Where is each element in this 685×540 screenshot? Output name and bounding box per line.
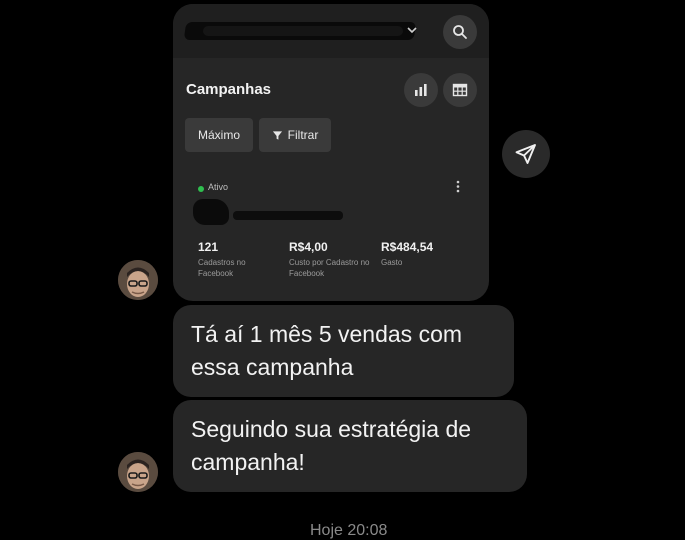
status-badge: Ativo — [208, 182, 229, 192]
message-bubble[interactable]: Seguindo sua estratégia de campanha! — [173, 400, 527, 492]
shared-post-card[interactable]: Campanhas Máximo Filtrar Ativo 121 Cadas… — [173, 4, 489, 301]
table-view-button[interactable] — [443, 73, 477, 107]
metric-value-cost: R$4,00 — [289, 240, 328, 254]
chart-view-button[interactable] — [404, 73, 438, 107]
message-bubble[interactable]: Tá aí 1 mês 5 vendas com essa campanha — [173, 305, 514, 397]
chevron-down-icon — [405, 24, 419, 38]
page-title: Campanhas — [186, 81, 272, 98]
redaction-mark — [203, 26, 403, 36]
filter-label: Filtrar — [287, 128, 319, 142]
filter-icon — [272, 130, 282, 140]
avatar[interactable] — [118, 260, 158, 300]
metric-label-spend: Gasto — [381, 258, 403, 267]
redacted-campaign-thumbnail — [193, 199, 229, 225]
redacted-campaign-name — [233, 211, 343, 220]
card-header — [173, 4, 489, 58]
table-icon — [452, 83, 468, 97]
more-vertical-icon[interactable] — [456, 180, 460, 195]
metric-label-cost: Custo por Cadastro no Facebook — [289, 258, 370, 278]
metric-label-results: Cadastros no Facebook — [198, 258, 246, 278]
avatar[interactable] — [118, 452, 158, 492]
message-timestamp: Hoje 20:08 — [310, 522, 388, 539]
send-icon — [515, 144, 536, 164]
share-button[interactable] — [502, 130, 550, 178]
bar-chart-icon — [415, 84, 427, 96]
search-icon — [453, 25, 467, 39]
status-indicator — [198, 186, 204, 192]
filter-button[interactable]: Filtrar — [259, 118, 331, 152]
maximo-button[interactable]: Máximo — [185, 118, 253, 152]
metric-value-results: 121 — [198, 240, 219, 254]
search-button[interactable] — [443, 15, 477, 49]
maximo-label: Máximo — [197, 128, 240, 142]
metric-value-spend: R$484,54 — [381, 240, 434, 254]
